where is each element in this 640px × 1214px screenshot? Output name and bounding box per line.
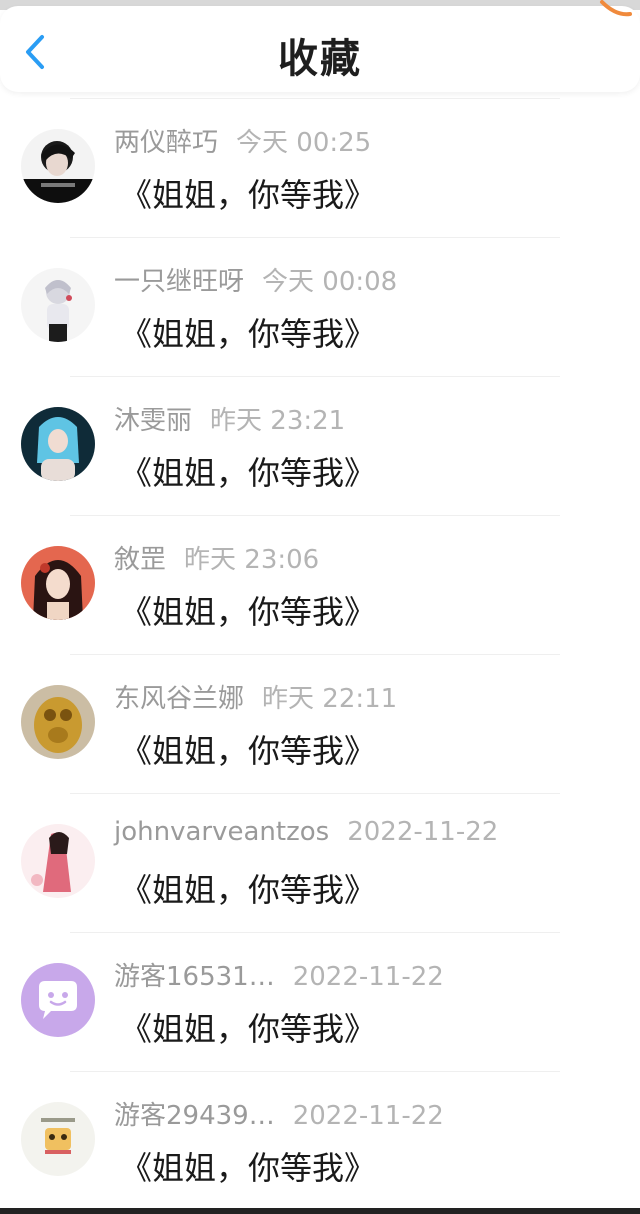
chat-bubble-icon — [21, 963, 95, 1037]
divider — [70, 932, 560, 933]
list-item[interactable]: 东风谷兰娜 昨天 22:11 《姐姐，你等我》 — [0, 654, 640, 793]
favorite-title[interactable]: 《姐姐，你等我》 — [120, 1143, 376, 1189]
username[interactable]: 两仪醉巧 — [114, 128, 218, 158]
favorites-list: 两仪醉巧 今天 00:25 《姐姐，你等我》 一只继旺呀 今天 00:08 《姐姐，… — [0, 98, 640, 1210]
timestamp: 昨天 23:21 — [210, 406, 346, 436]
divider — [70, 654, 560, 655]
avatar[interactable] — [21, 685, 95, 759]
username[interactable]: 东风谷兰娜 — [114, 684, 244, 714]
favorite-title[interactable]: 《姐姐，你等我》 — [120, 170, 376, 216]
list-item[interactable]: 游客29439… 2022-11-22 《姐姐，你等我》 — [0, 1071, 640, 1210]
item-meta: 游客29439… 2022-11-22 — [114, 1095, 444, 1132]
list-item[interactable]: 敘罡 昨天 23:06 《姐姐，你等我》 — [0, 515, 640, 654]
favorite-title[interactable]: 《姐姐，你等我》 — [120, 1004, 376, 1050]
avatar[interactable] — [21, 1102, 95, 1176]
username[interactable]: 敘罡 — [114, 545, 166, 575]
item-meta: 敘罡 昨天 23:06 — [114, 539, 319, 576]
favorite-title[interactable]: 《姐姐，你等我》 — [120, 448, 376, 494]
list-item[interactable]: 游客16531… 2022-11-22 《姐姐，你等我》 — [0, 932, 640, 1071]
divider — [70, 98, 560, 99]
username[interactable]: 游客16531… — [114, 962, 275, 992]
avatar[interactable] — [21, 129, 95, 203]
list-item[interactable]: 两仪醉巧 今天 00:25 《姐姐，你等我》 — [0, 98, 640, 237]
item-meta: 两仪醉巧 今天 00:25 — [114, 122, 371, 159]
username[interactable]: johnvarveantzos — [114, 817, 329, 847]
username[interactable]: 沐雯丽 — [114, 406, 192, 436]
divider — [70, 1071, 560, 1072]
timestamp: 今天 00:25 — [236, 128, 372, 158]
username[interactable]: 游客29439… — [114, 1101, 275, 1131]
avatar[interactable] — [21, 963, 95, 1037]
item-meta: 一只继旺呀 今天 00:08 — [114, 261, 397, 298]
favorite-title[interactable]: 《姐姐，你等我》 — [120, 726, 376, 772]
corner-stroke-decoration — [600, 0, 632, 17]
page-title: 收藏 — [278, 35, 362, 82]
nav-header: 收藏 — [0, 6, 640, 92]
timestamp: 2022-11-22 — [292, 1101, 444, 1131]
avatar[interactable] — [21, 268, 95, 342]
favorite-title[interactable]: 《姐姐，你等我》 — [120, 309, 376, 355]
favorite-title[interactable]: 《姐姐，你等我》 — [120, 587, 376, 633]
bottom-edge — [0, 1208, 640, 1214]
favorite-title[interactable]: 《姐姐，你等我》 — [120, 865, 376, 911]
item-meta: 东风谷兰娜 昨天 22:11 — [114, 678, 397, 715]
item-meta: 游客16531… 2022-11-22 — [114, 956, 444, 993]
list-item[interactable]: 一只继旺呀 今天 00:08 《姐姐，你等我》 — [0, 237, 640, 376]
divider — [70, 376, 560, 377]
divider — [70, 515, 560, 516]
timestamp: 昨天 22:11 — [262, 684, 398, 714]
list-item[interactable]: johnvarveantzos 2022-11-22 《姐姐，你等我》 — [0, 793, 640, 932]
avatar[interactable] — [21, 546, 95, 620]
item-meta: johnvarveantzos 2022-11-22 — [114, 817, 498, 847]
timestamp: 2022-11-22 — [292, 962, 444, 992]
divider — [70, 793, 560, 794]
timestamp: 2022-11-22 — [347, 817, 499, 847]
timestamp: 今天 00:08 — [262, 267, 398, 297]
avatar[interactable] — [21, 824, 95, 898]
avatar[interactable] — [21, 407, 95, 481]
username[interactable]: 一只继旺呀 — [114, 267, 244, 297]
divider — [70, 237, 560, 238]
list-item[interactable]: 沐雯丽 昨天 23:21 《姐姐，你等我》 — [0, 376, 640, 515]
item-meta: 沐雯丽 昨天 23:21 — [114, 400, 345, 437]
timestamp: 昨天 23:06 — [184, 545, 320, 575]
